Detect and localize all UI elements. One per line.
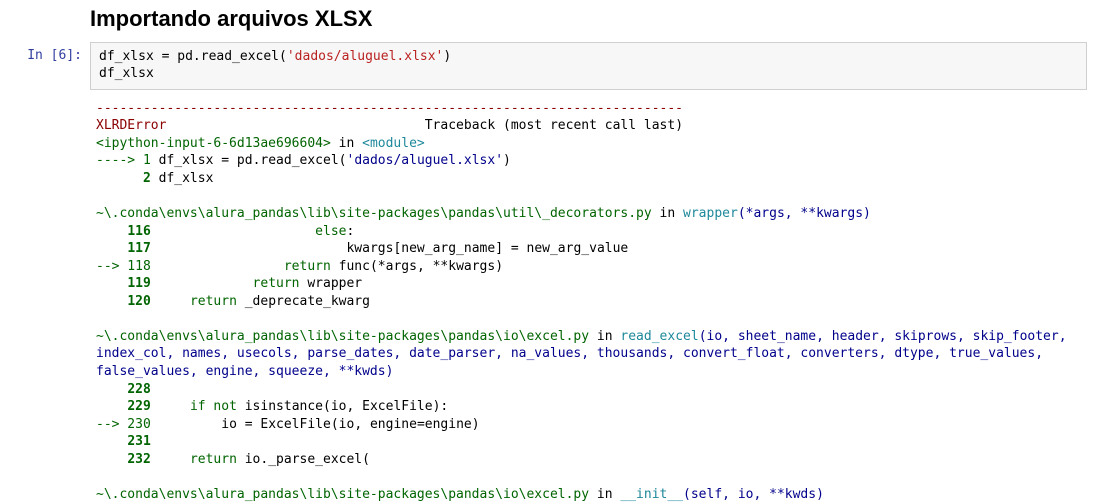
current-line-arrow: ----> 1 (96, 153, 151, 168)
error-name: XLRDError (96, 118, 166, 133)
current-line-arrow: --> 230 (96, 417, 151, 432)
line-number: 228 (96, 382, 151, 397)
frame-location: ~\.conda\envs\alura_pandas\lib\site-pack… (96, 487, 589, 502)
line-number: 117 (96, 241, 151, 256)
traceback-label: Traceback (most recent call last) (425, 118, 683, 133)
input-prompt: In [6]: (0, 42, 90, 90)
line-number: 120 (96, 294, 151, 309)
notebook: Importando arquivos XLSX In [6]: df_xlsx… (0, 0, 1097, 503)
line-number: 231 (96, 434, 151, 449)
line-number: 229 (96, 399, 151, 414)
frame-function: wrapper (683, 206, 738, 221)
line-number: 2 (96, 171, 151, 186)
output-cell: ----------------------------------------… (0, 94, 1097, 503)
traceback-divider: ----------------------------------------… (96, 101, 683, 116)
frame-function: __init__ (620, 487, 683, 502)
line-number: 119 (96, 276, 151, 291)
traceback-output: ----------------------------------------… (90, 96, 1087, 503)
line-number: 116 (96, 224, 151, 239)
frame-location: <ipython-input-6-6d13ae696604> (96, 136, 331, 151)
current-line-arrow: --> 118 (96, 259, 151, 274)
frame-location: ~\.conda\envs\alura_pandas\lib\site-pack… (96, 329, 589, 344)
markdown-cell: Importando arquivos XLSX (0, 0, 1097, 38)
output-prompt (0, 96, 90, 503)
code-cell: In [6]: df_xlsx = pd.read_excel('dados/a… (0, 38, 1097, 94)
frame-function: read_excel (620, 329, 698, 344)
frame-location: ~\.conda\envs\alura_pandas\lib\site-pack… (96, 206, 652, 221)
frame-function: <module> (362, 136, 425, 151)
code-input[interactable]: df_xlsx = pd.read_excel('dados/aluguel.x… (90, 42, 1087, 90)
heading: Importando arquivos XLSX (90, 6, 1097, 32)
line-number: 232 (96, 452, 151, 467)
